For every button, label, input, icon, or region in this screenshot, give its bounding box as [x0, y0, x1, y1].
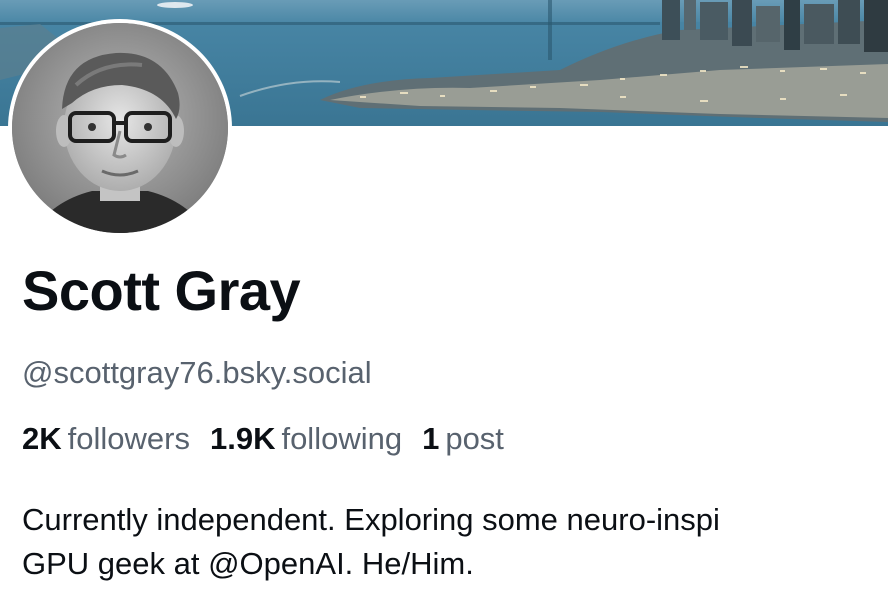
profile-photo-image: [12, 23, 228, 233]
posts-label: post: [445, 421, 504, 456]
following-count: 1.9K: [209, 421, 276, 456]
avatar[interactable]: [8, 19, 232, 237]
display-name: Scott Gray: [22, 259, 301, 322]
bio-line: GPU geek at @OpenAI. He/Him.: [22, 546, 474, 581]
followers-link[interactable]: 2K followers: [22, 421, 190, 457]
posts-stat: 1 post: [422, 421, 504, 457]
following-label: following: [281, 421, 403, 456]
bio-line: Currently independent. Exploring some ne…: [22, 502, 720, 537]
profile-handle: @scottgray76.bsky.social: [22, 355, 372, 390]
avatar-photo: [12, 23, 228, 233]
posts-count: 1: [422, 421, 440, 456]
followers-label: followers: [67, 421, 190, 456]
profile-stats: 2K followers 1.9K following 1 post: [22, 421, 504, 457]
followers-count: 2K: [22, 421, 62, 456]
following-link[interactable]: 1.9K following: [210, 421, 402, 457]
profile-bio: Currently independent. Exploring some ne…: [22, 498, 888, 586]
